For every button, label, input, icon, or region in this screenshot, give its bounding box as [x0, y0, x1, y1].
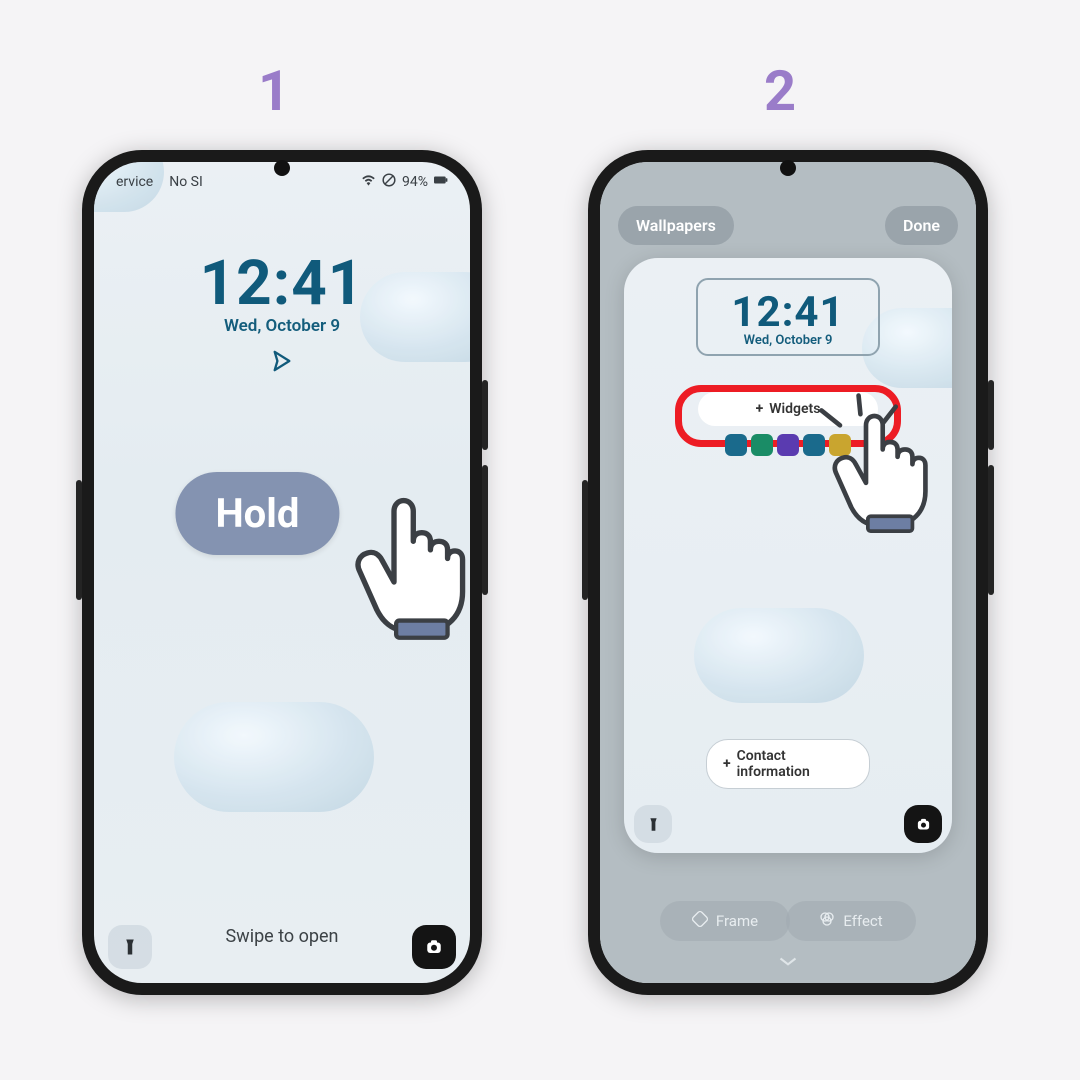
phone-volume-button: [988, 465, 994, 595]
clock-widget-card[interactable]: 12:41 Wed, October 9: [696, 278, 880, 356]
hand-cursor-icon: [344, 492, 464, 612]
play-icon: [94, 350, 470, 376]
step-number-2: 2: [764, 58, 796, 124]
phone-power-button: [988, 380, 994, 450]
battery-icon: [434, 173, 448, 191]
frame-icon: [692, 911, 708, 931]
battery-text: 94%: [402, 174, 428, 190]
frame-label: Frame: [716, 912, 758, 930]
lock-screen[interactable]: ervice No SI 94% 12:41: [94, 162, 470, 983]
wifi-icon: [361, 174, 376, 190]
lock-date: Wed, October 9: [94, 316, 470, 336]
front-camera: [274, 160, 290, 176]
carrier-text: ervice: [116, 174, 153, 190]
add-contact-info-button[interactable]: + Contact information: [706, 739, 870, 789]
camera-button[interactable]: [904, 805, 942, 843]
phone-step-1: ervice No SI 94% 12:41: [82, 150, 482, 995]
frame-button[interactable]: Frame: [660, 901, 790, 941]
no-sign-icon: [382, 173, 396, 191]
phone-power-button: [482, 380, 488, 450]
cloud-decoration: [694, 608, 864, 703]
shortcut-icon: [751, 434, 773, 456]
edit-lock-screen: Wallpapers Done 12:41 Wed, October 9 + W…: [600, 162, 976, 983]
effect-button[interactable]: Effect: [786, 901, 916, 941]
flashlight-button[interactable]: [634, 805, 672, 843]
hold-label: Hold: [175, 472, 339, 555]
step-number-1: 1: [258, 58, 290, 124]
flashlight-button[interactable]: [108, 925, 152, 969]
preview-date: Wed, October 9: [698, 333, 878, 348]
sim-text: No SI: [169, 174, 203, 190]
phone-volume-button: [482, 465, 488, 595]
shortcut-icon: [725, 434, 747, 456]
effect-icon: [819, 911, 835, 931]
cloud-decoration: [174, 702, 374, 812]
preview-clock: 12:41: [698, 288, 878, 337]
phone-side-button: [76, 480, 82, 600]
front-camera: [780, 160, 796, 176]
phone-step-2: Wallpapers Done 12:41 Wed, October 9 + W…: [588, 150, 988, 995]
lock-clock-block: 12:41 Wed, October 9: [94, 247, 470, 376]
wallpapers-button[interactable]: Wallpapers: [618, 206, 734, 245]
lock-screen-preview[interactable]: 12:41 Wed, October 9 + Widgets +: [624, 258, 952, 853]
camera-button[interactable]: [412, 925, 456, 969]
done-button[interactable]: Done: [885, 206, 958, 245]
contact-info-label: Contact information: [737, 748, 853, 780]
plus-icon: +: [723, 756, 731, 772]
lock-clock: 12:41: [94, 247, 470, 320]
chevron-down-icon[interactable]: [778, 952, 798, 973]
effect-label: Effect: [843, 912, 882, 930]
shortcut-icon: [777, 434, 799, 456]
hand-cursor-icon: [814, 393, 934, 513]
phone-side-button: [582, 480, 588, 600]
